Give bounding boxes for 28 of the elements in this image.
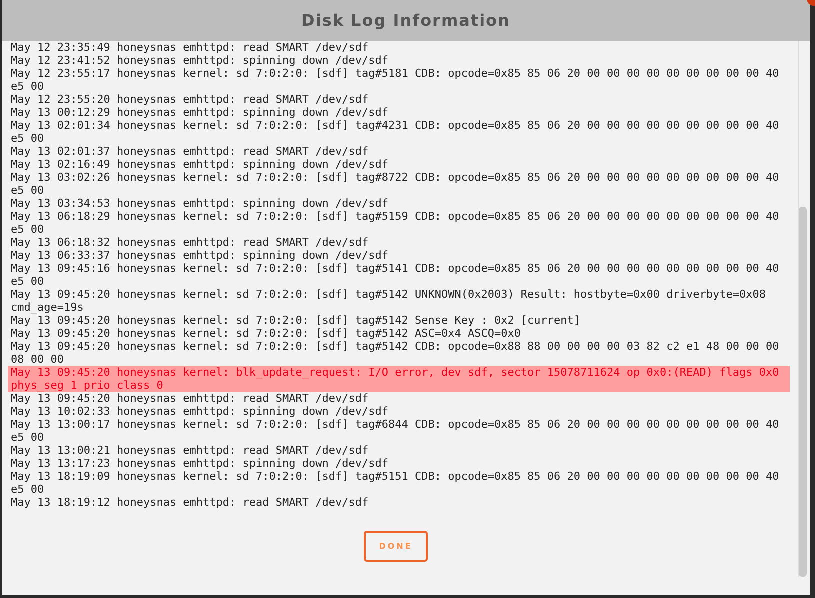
- log-line: May 13 09:45:20 honeysnas emhttpd: read SMART /dev/sdf: [10, 392, 370, 405]
- log-line: May 13 18:19:12 honeysnas emhttpd: read SMART /dev/sdf: [10, 496, 370, 509]
- log-line: May 12 23:55:17 honeysnas kernel: sd 7:0:2:0: [sdf] tag#5181 CDB: opcode=0x85 85 06 20 00 00 00 00 00 00 00 00 00 40 e5 00: [10, 67, 780, 93]
- log-line: May 13 13:17:23 honeysnas emhttpd: spinning down /dev/sdf: [10, 457, 390, 470]
- log-line: May 13 02:16:49 honeysnas emhttpd: spinning down /dev/sdf: [10, 158, 390, 171]
- dialog-title: Disk Log Information: [302, 11, 510, 30]
- log-line: May 13 09:45:20 honeysnas kernel: sd 7:0:2:0: [sdf] tag#5142 CDB: opcode=0x88 88 00 00 00 00 03 82 c2 e1 48 00 00 00 08 00 00: [10, 340, 780, 366]
- log-line: May 13 10:02:33 honeysnas emhttpd: spinning down /dev/sdf: [10, 405, 390, 418]
- log-line: May 13 06:33:37 honeysnas emhttpd: spinning down /dev/sdf: [10, 249, 390, 262]
- scrollbar[interactable]: [798, 41, 807, 577]
- log-line: May 13 09:45:16 honeysnas kernel: sd 7:0:2:0: [sdf] tag#5141 CDB: opcode=0x85 85 06 20 00 00 00 00 00 00 00 00 00 40 e5 00: [10, 262, 780, 288]
- log-line: May 13 09:45:20 honeysnas kernel: sd 7:0:2:0: [sdf] tag#5142 ASC=0x4 ASCQ=0x0: [10, 327, 522, 340]
- log-line: May 13 06:18:32 honeysnas emhttpd: read SMART /dev/sdf: [10, 236, 370, 249]
- log-line: May 13 13:00:17 honeysnas kernel: sd 7:0:2:0: [sdf] tag#6844 CDB: opcode=0x85 85 06 20 00 00 00 00 00 00 00 00 00 40 e5 00: [10, 418, 780, 444]
- log-line: May 13 06:18:29 honeysnas kernel: sd 7:0:2:0: [sdf] tag#5159 CDB: opcode=0x85 85 06 20 00 00 00 00 00 00 00 00 00 40 e5 00: [10, 210, 780, 236]
- log-line: May 13 03:02:26 honeysnas kernel: sd 7:0:2:0: [sdf] tag#8722 CDB: opcode=0x85 85 06 20 00 00 00 00 00 00 00 00 00 40 e5 00: [10, 171, 780, 197]
- done-button[interactable]: DONE: [364, 531, 428, 562]
- log-line: May 12 23:55:20 honeysnas emhttpd: read SMART /dev/sdf: [10, 93, 370, 106]
- log-line: May 13 00:12:29 honeysnas emhttpd: spinning down /dev/sdf: [10, 106, 390, 119]
- log-line: May 13 02:01:37 honeysnas emhttpd: read SMART /dev/sdf: [10, 145, 370, 158]
- log-line: May 13 02:01:34 honeysnas kernel: sd 7:0:2:0: [sdf] tag#4231 CDB: opcode=0x85 85 06 20 00 00 00 00 00 00 00 00 00 40 e5 00: [10, 119, 780, 145]
- log-line: May 13 03:34:53 honeysnas emhttpd: spinning down /dev/sdf: [10, 197, 390, 210]
- log-line: May 12 23:41:52 honeysnas emhttpd: spinning down /dev/sdf: [10, 54, 390, 67]
- log-line: May 13 09:45:20 honeysnas kernel: sd 7:0:2:0: [sdf] tag#5142 UNKNOWN(0x2003) Result: hostbyte=0x00 driverbyte=0x08 cmd_age=19s: [10, 288, 767, 314]
- log-line: May 12 23:35:49 honeysnas emhttpd: read SMART /dev/sdf: [10, 41, 370, 54]
- log-line: May 13 18:19:09 honeysnas kernel: sd 7:0:2:0: [sdf] tag#5151 CDB: opcode=0x85 85 06 20 00 00 00 00 00 00 00 00 00 40 e5 00: [10, 470, 780, 496]
- log-line: May 13 09:45:20 honeysnas kernel: sd 7:0:2:0: [sdf] tag#5142 Sense Key : 0x2 [current]: [10, 314, 582, 327]
- log-line: May 13 13:00:21 honeysnas emhttpd: read SMART /dev/sdf: [10, 444, 370, 457]
